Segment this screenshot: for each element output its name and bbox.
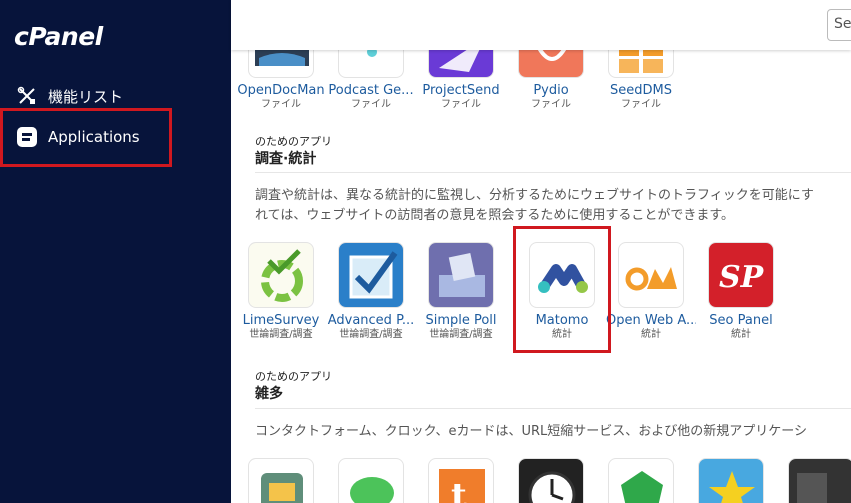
section-subtitle: のためのアプリ: [255, 135, 332, 148]
app-name: Pydio: [533, 83, 569, 98]
section-description: 調査や統計は、異なる統計的に監視し、分析するためにウェブサイトのトラフィックを可…: [255, 188, 814, 203]
app-category: 世論調査/調査: [339, 329, 403, 340]
app-category: ファイル: [441, 99, 481, 110]
advanced-poll-icon: [338, 242, 404, 308]
app-open-web-analytics[interactable]: Open Web A... 統計: [606, 242, 696, 341]
app-category: 世論調査/調査: [429, 329, 493, 340]
app-name: LimeSurvey: [242, 313, 320, 328]
simple-poll-icon: [428, 242, 494, 308]
app-name: SeedDMS: [610, 83, 672, 98]
main-content: OpenDocMan ファイル Podcast Ge... ファイル Proje…: [231, 50, 851, 503]
app-simple-poll[interactable]: Simple Poll 世論調査/調査: [416, 242, 506, 341]
svg-text:SP: SP: [719, 260, 765, 295]
section-title-survey: 調査·統計: [255, 151, 317, 167]
mailbox-icon: [248, 458, 314, 503]
app-projectsend[interactable]: ProjectSend ファイル: [416, 50, 506, 111]
section-subtitle: のためのアプリ: [255, 370, 332, 383]
sidebar-item-label: 機能リスト: [48, 87, 124, 106]
top-bar: Se: [231, 0, 851, 50]
app-name: Open Web A...: [606, 313, 696, 328]
app-limesurvey[interactable]: LimeSurvey 世論調査/調査: [236, 242, 326, 341]
app-category: ファイル: [531, 99, 571, 110]
app-pydio[interactable]: Pydio ファイル: [506, 50, 596, 111]
app-misc-3[interactable]: t: [416, 458, 506, 503]
tools-icon: [16, 85, 38, 107]
podcast-icon: [338, 50, 404, 78]
highlight-box-applications: [0, 108, 172, 167]
projectsend-icon: [428, 50, 494, 78]
app-podcast-generator[interactable]: Podcast Ge... ファイル: [326, 50, 416, 111]
section-title-misc: 雑多: [255, 386, 283, 402]
opendocman-icon: [248, 50, 314, 78]
seo-panel-icon: SP: [708, 242, 774, 308]
clock-icon: [518, 458, 584, 503]
app-misc-7[interactable]: [776, 458, 851, 503]
search-input[interactable]: Se: [827, 9, 851, 41]
app-misc-6[interactable]: [686, 458, 776, 503]
app-misc-2[interactable]: [326, 458, 416, 503]
chat-bubble-icon: [338, 458, 404, 503]
app-name: ProjectSend: [422, 83, 500, 98]
app-category: ファイル: [621, 99, 661, 110]
limesurvey-icon: [248, 242, 314, 308]
pydio-icon: [518, 50, 584, 78]
ecard-icon: t: [428, 458, 494, 503]
star-icon: [698, 458, 764, 503]
app-category: 統計: [641, 329, 661, 340]
highlight-box-matomo: [513, 226, 611, 353]
app-name: Advanced P...: [327, 313, 415, 328]
app-name: Seo Panel: [709, 313, 773, 328]
app-misc-5[interactable]: [596, 458, 686, 503]
app-seo-panel[interactable]: SP Seo Panel 統計: [696, 242, 786, 341]
app-name: Simple Poll: [425, 313, 497, 328]
app-category: 統計: [731, 329, 751, 340]
divider: [255, 172, 851, 173]
seeddms-icon: [608, 50, 674, 78]
svg-text:t: t: [451, 476, 467, 503]
app-seeddms[interactable]: SeedDMS ファイル: [596, 50, 686, 111]
app-opendocman[interactable]: OpenDocMan ファイル: [236, 50, 326, 111]
section-description: コンタクトフォーム、クロック、eカードは、URL短縮サービス、および他の新規アプ…: [255, 424, 807, 439]
app-name: OpenDocMan: [237, 83, 325, 98]
app-misc-1[interactable]: [236, 458, 326, 503]
gem-icon: [608, 458, 674, 503]
sidebar: cPanel 機能リスト Applications: [0, 0, 231, 503]
section-description: れては、ウェブサイトの訪問者の意見を照会するために使用することができます。: [255, 208, 735, 223]
cpanel-logo[interactable]: cPanel: [14, 22, 103, 51]
app-category: 世論調査/調査: [249, 329, 313, 340]
app-tile-icon: [788, 458, 851, 503]
app-category: ファイル: [261, 99, 301, 110]
divider: [255, 408, 851, 409]
app-misc-4[interactable]: [506, 458, 596, 503]
app-advanced-poll[interactable]: Advanced P... 世論調査/調査: [326, 242, 416, 341]
open-web-analytics-icon: [618, 242, 684, 308]
app-category: ファイル: [351, 99, 391, 110]
app-name: Podcast Ge...: [328, 83, 414, 98]
